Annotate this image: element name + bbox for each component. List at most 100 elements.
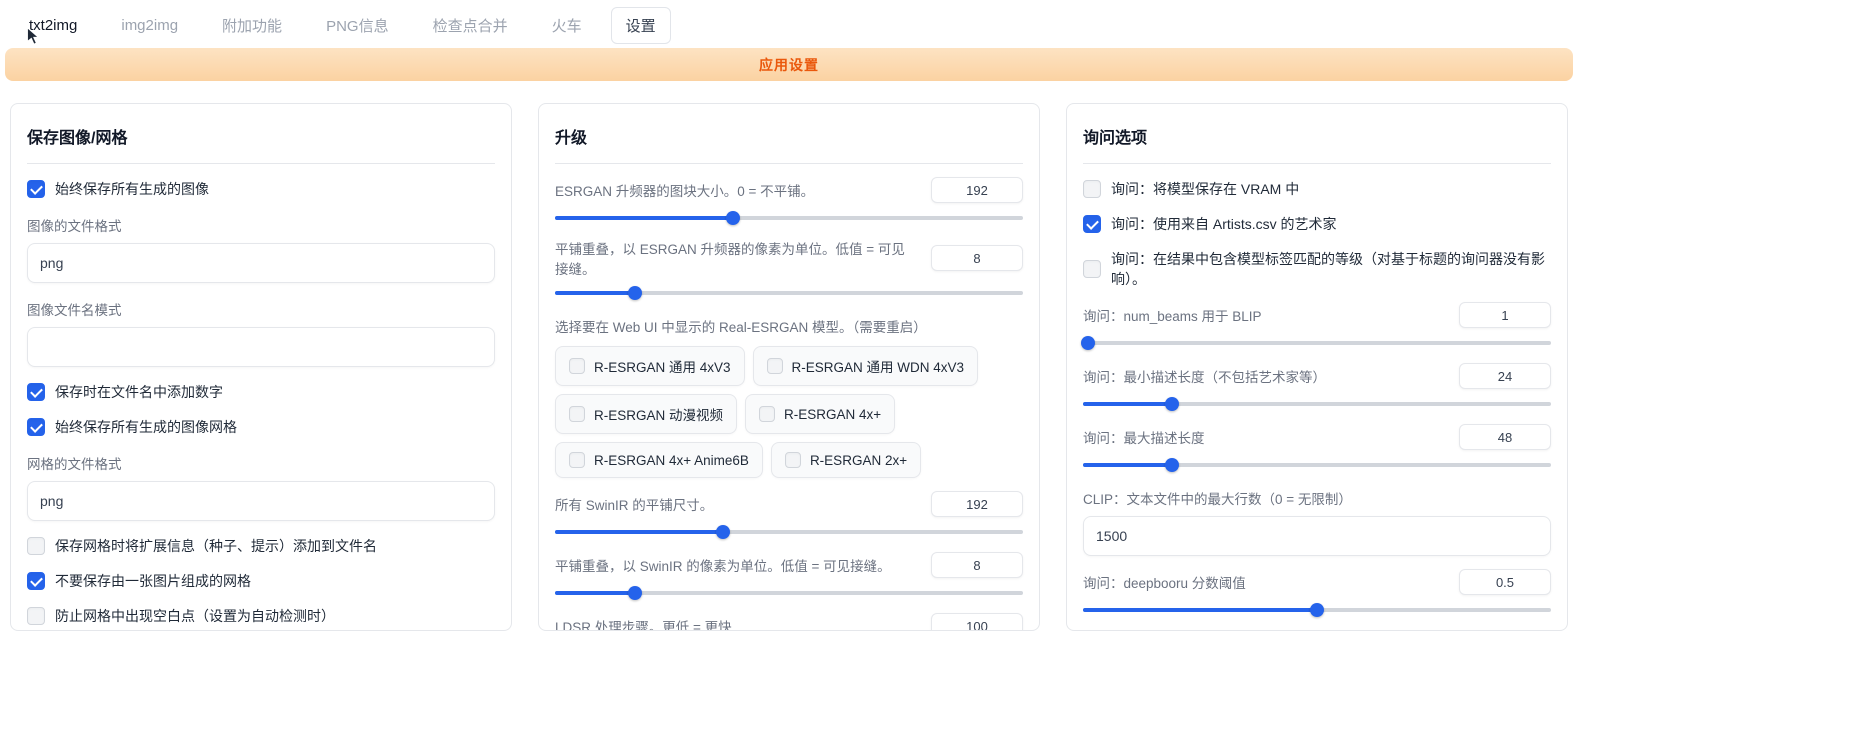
prevent-grid-empty-spots-checkbox[interactable]: 防止网格中出现空白点（设置为自动检测时） xyxy=(27,606,495,626)
panel-interrogate-options: 询问选项询问：将模型保存在 VRAM 中询问：使用来自 Artists.csv … xyxy=(1066,103,1568,631)
esrgan-tile-size-value[interactable]: 192 xyxy=(931,177,1023,203)
tab-checkpoint-merger[interactable]: 检查点合并 xyxy=(418,7,523,44)
interrogate-num-beams-blip-slider[interactable] xyxy=(1083,336,1551,350)
swinir-tile-overlap-slider[interactable] xyxy=(555,586,1023,600)
interrogate-min-description-length-value[interactable]: 24 xyxy=(1459,363,1551,389)
checkbox-unchecked-icon[interactable] xyxy=(1083,260,1101,278)
swinir-tile-overlap-value[interactable]: 8 xyxy=(931,552,1023,578)
deepbooru-score-threshold-label: 询问：deepbooru 分数阈值 xyxy=(1083,572,1445,592)
interrogate-max-description-length-row: 询问：最大描述长度48 xyxy=(1083,424,1551,450)
grid-extended-info-filename-label: 保存网格时将扩展信息（种子、提示）添加到文件名 xyxy=(55,536,377,556)
interrogate-keep-models-in-vram-label: 询问：将模型保存在 VRAM 中 xyxy=(1111,179,1299,199)
interrogate-max-description-length-value[interactable]: 48 xyxy=(1459,424,1551,450)
checkbox-checked-icon[interactable] xyxy=(1083,215,1101,233)
interrogate-use-artists-csv-checkbox[interactable]: 询问：使用来自 Artists.csv 的艺术家 xyxy=(1083,214,1551,234)
slider-handle[interactable] xyxy=(1081,336,1095,350)
tab-settings[interactable]: 设置 xyxy=(611,7,671,44)
r-esrgan-anime-video-checkbox[interactable]: R-ESRGAN 动漫视频 xyxy=(555,394,737,434)
settings-page: txt2imgimg2img附加功能PNG信息检查点合并火车设置 应用设置 保存… xyxy=(0,0,1855,737)
interrogate-min-description-length-label: 询问：最小描述长度（不包括艺术家等） xyxy=(1083,366,1445,386)
checkbox-checked-icon[interactable] xyxy=(27,180,45,198)
r-esrgan-4x-plus-anime6b-label: R-ESRGAN 4x+ Anime6B xyxy=(594,453,749,468)
checkbox-unchecked-icon[interactable] xyxy=(569,452,585,468)
grid-extended-info-filename-checkbox[interactable]: 保存网格时将扩展信息（种子、提示）添加到文件名 xyxy=(27,536,495,556)
deepbooru-score-threshold-slider[interactable] xyxy=(1083,603,1551,617)
slider-handle[interactable] xyxy=(1165,397,1179,411)
r-esrgan-anime-video-label: R-ESRGAN 动漫视频 xyxy=(594,404,723,424)
slider-handle[interactable] xyxy=(628,286,642,300)
checkbox-unchecked-icon[interactable] xyxy=(785,452,801,468)
checkbox-unchecked-icon[interactable] xyxy=(1083,180,1101,198)
checkbox-unchecked-icon[interactable] xyxy=(27,537,45,555)
r-esrgan-general-4xv3-label: R-ESRGAN 通用 4xV3 xyxy=(594,356,731,376)
ldsr-steps-row: LDSR 处理步骤。更低 = 更快 100 xyxy=(555,613,1023,631)
checkbox-checked-icon[interactable] xyxy=(27,572,45,590)
r-esrgan-4x-plus-label: R-ESRGAN 4x+ xyxy=(784,407,881,422)
panel-title-save-images-grids: 保存图像/网格 xyxy=(27,118,495,164)
prevent-grid-empty-spots-label: 防止网格中出现空白点（设置为自动检测时） xyxy=(55,606,335,626)
interrogate-num-beams-blip-label: 询问：num_beams 用于 BLIP xyxy=(1083,305,1445,325)
add-number-to-filename-checkbox[interactable]: 保存时在文件名中添加数字 xyxy=(27,382,495,402)
r-esrgan-general-4xv3-checkbox[interactable]: R-ESRGAN 通用 4xV3 xyxy=(555,346,745,386)
slider-handle[interactable] xyxy=(1165,458,1179,472)
interrogate-include-ranks-label: 询问：在结果中包含模型标签匹配的等级（对基于标题的询问器没有影响）。 xyxy=(1111,249,1551,289)
slider-fill xyxy=(555,291,635,295)
checkbox-checked-icon[interactable] xyxy=(27,418,45,436)
grid-file-format-input[interactable] xyxy=(27,481,495,521)
interrogate-include-ranks-checkbox[interactable]: 询问：在结果中包含模型标签匹配的等级（对基于标题的询问器没有影响）。 xyxy=(1083,249,1551,289)
swinir-tile-overlap-row: 平铺重叠，以 SwinIR 的像素为单位。低值 = 可见接缝。8 xyxy=(555,552,1023,578)
slider-handle[interactable] xyxy=(628,586,642,600)
add-number-to-filename-label: 保存时在文件名中添加数字 xyxy=(55,382,223,402)
deepbooru-score-threshold-value[interactable]: 0.5 xyxy=(1459,569,1551,595)
image-filename-pattern-label: 图像文件名模式 xyxy=(27,299,495,319)
esrgan-tile-size-row: ESRGAN 升频器的图块大小。0 = 不平铺。192 xyxy=(555,177,1023,203)
interrogate-keep-models-in-vram-checkbox[interactable]: 询问：将模型保存在 VRAM 中 xyxy=(1083,179,1551,199)
tab-train[interactable]: 火车 xyxy=(537,7,597,44)
tab-extras[interactable]: 附加功能 xyxy=(207,7,297,44)
save-all-generated-images-label: 始终保存所有生成的图像 xyxy=(55,179,209,199)
esrgan-tile-overlap-row: 平铺重叠，以 ESRGAN 升频器的像素为单位。低值 = 可见接缝。8 xyxy=(555,238,1023,278)
interrogate-num-beams-blip-value[interactable]: 1 xyxy=(1459,302,1551,328)
swinir-tile-size-slider[interactable] xyxy=(555,525,1023,539)
clip-max-lines-input[interactable] xyxy=(1083,516,1551,556)
interrogate-min-description-length-slider[interactable] xyxy=(1083,397,1551,411)
esrgan-tile-overlap-slider[interactable] xyxy=(555,286,1023,300)
apply-settings-button[interactable]: 应用设置 xyxy=(5,48,1573,81)
save-all-generated-grids-checkbox[interactable]: 始终保存所有生成的图像网格 xyxy=(27,417,495,437)
mouse-cursor-icon xyxy=(26,27,40,45)
image-file-format-input[interactable] xyxy=(27,243,495,283)
checkbox-checked-icon[interactable] xyxy=(27,383,45,401)
no-single-image-grid-checkbox[interactable]: 不要保存由一张图片组成的网格 xyxy=(27,571,495,591)
checkbox-unchecked-icon[interactable] xyxy=(759,406,775,422)
slider-track xyxy=(1083,341,1551,345)
r-esrgan-4x-plus-anime6b-checkbox[interactable]: R-ESRGAN 4x+ Anime6B xyxy=(555,442,763,478)
slider-handle[interactable] xyxy=(726,211,740,225)
swinir-tile-size-row: 所有 SwinIR 的平铺尺寸。192 xyxy=(555,491,1023,517)
r-esrgan-general-wdn-4xv3-label: R-ESRGAN 通用 WDN 4xV3 xyxy=(792,356,965,376)
ldsr-steps-label: LDSR 处理步骤。更低 = 更快 xyxy=(555,616,917,631)
r-esrgan-2x-plus-checkbox[interactable]: R-ESRGAN 2x+ xyxy=(771,442,921,478)
slider-handle[interactable] xyxy=(716,525,730,539)
tab-png-info[interactable]: PNG信息 xyxy=(311,7,404,44)
tab-img2img[interactable]: img2img xyxy=(106,9,193,42)
save-all-generated-images-checkbox[interactable]: 始终保存所有生成的图像 xyxy=(27,179,495,199)
checkbox-unchecked-icon[interactable] xyxy=(569,406,585,422)
checkbox-unchecked-icon[interactable] xyxy=(27,607,45,625)
esrgan-tile-overlap-value[interactable]: 8 xyxy=(931,245,1023,271)
interrogate-use-artists-csv-label: 询问：使用来自 Artists.csv 的艺术家 xyxy=(1111,214,1337,234)
r-esrgan-general-wdn-4xv3-checkbox[interactable]: R-ESRGAN 通用 WDN 4xV3 xyxy=(753,346,979,386)
image-filename-pattern-input[interactable] xyxy=(27,327,495,367)
slider-fill xyxy=(1083,463,1172,467)
esrgan-tile-size-slider[interactable] xyxy=(555,211,1023,225)
swinir-tile-size-value[interactable]: 192 xyxy=(931,491,1023,517)
slider-fill xyxy=(555,216,733,220)
interrogate-max-description-length-slider[interactable] xyxy=(1083,458,1551,472)
grid-file-format-label: 网格的文件格式 xyxy=(27,453,495,473)
checkbox-unchecked-icon[interactable] xyxy=(569,358,585,374)
ldsr-steps-value[interactable]: 100 xyxy=(931,613,1023,631)
slider-handle[interactable] xyxy=(1310,603,1324,617)
panel-save-images-grids: 保存图像/网格始终保存所有生成的图像图像的文件格式图像文件名模式保存时在文件名中… xyxy=(10,103,512,631)
checkbox-unchecked-icon[interactable] xyxy=(767,358,783,374)
tab-bar: txt2imgimg2img附加功能PNG信息检查点合并火车设置 xyxy=(0,0,1855,46)
r-esrgan-4x-plus-checkbox[interactable]: R-ESRGAN 4x+ xyxy=(745,394,895,434)
